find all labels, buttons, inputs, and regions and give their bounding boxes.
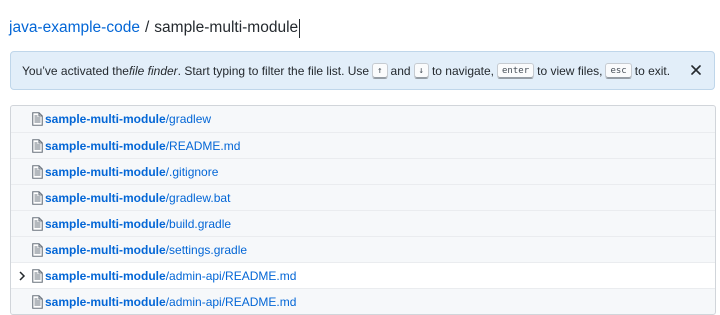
file-path-link[interactable]: sample-multi-module/admin-api/README.md: [45, 269, 296, 283]
file-icon: [32, 269, 43, 283]
chevron-right-icon: [19, 271, 26, 281]
file-path-rest: /gradlew.bat: [165, 190, 231, 205]
file-path-link[interactable]: sample-multi-module/gradlew: [45, 112, 211, 126]
file-list-item[interactable]: sample-multi-module/build.gradle: [11, 210, 715, 236]
file-path-match: sample-multi-module: [45, 294, 166, 309]
file-path-rest: /admin-api/README.md: [165, 268, 297, 283]
close-button[interactable]: [688, 62, 704, 78]
file-path-rest: /settings.gradle: [165, 242, 248, 257]
notice-emphasis: file finder: [128, 63, 178, 78]
file-path-rest: /build.gradle: [165, 216, 232, 231]
file-finder-notice: You’ve activated the file finder. Start …: [10, 51, 715, 90]
notice-text: to exit.: [634, 63, 671, 78]
key-enter: enter: [497, 62, 535, 79]
file-list: sample-multi-module/gradlew sample-multi-…: [10, 105, 716, 315]
file-path-match: sample-multi-module: [45, 112, 166, 126]
file-icon: [32, 243, 43, 257]
key-up: ↑: [372, 62, 388, 79]
file-list-item[interactable]: sample-multi-module/README.md: [11, 132, 715, 158]
file-path-rest: /README.md: [165, 138, 241, 153]
file-icon: [32, 139, 43, 153]
key-down: ↓: [413, 62, 429, 79]
file-list-item[interactable]: sample-multi-module/admin-api/README.md: [11, 288, 715, 314]
breadcrumb: java-example-code / sample-multi-module: [9, 17, 301, 39]
file-icon: [32, 165, 43, 179]
text-cursor: [299, 18, 301, 38]
file-list-item[interactable]: sample-multi-module/gradlew: [11, 106, 715, 132]
file-path-link[interactable]: sample-multi-module/build.gradle: [45, 217, 231, 231]
key-esc: esc: [605, 62, 632, 79]
file-icon: [32, 112, 43, 126]
notice-text: You’ve activated the: [22, 63, 129, 78]
repo-link[interactable]: java-example-code: [9, 17, 140, 39]
file-path-match: sample-multi-module: [45, 164, 166, 179]
file-path-link[interactable]: sample-multi-module/admin-api/README.md: [45, 295, 296, 309]
file-list-item[interactable]: sample-multi-module/settings.gradle: [11, 236, 715, 262]
file-path-match: sample-multi-module: [45, 190, 166, 205]
notice-text: to navigate,: [431, 63, 495, 78]
file-path-rest: /admin-api/README.md: [165, 294, 297, 309]
file-path-link[interactable]: sample-multi-module/settings.gradle: [45, 243, 247, 257]
file-path-link[interactable]: sample-multi-module/gradlew.bat: [45, 191, 230, 205]
notice-text: . Start typing to filter the file list. …: [177, 63, 370, 78]
file-path-rest: /gradlew: [165, 112, 212, 126]
file-path-match: sample-multi-module: [45, 268, 166, 283]
notice-text: and: [390, 63, 411, 78]
notice-text: to view files,: [537, 63, 603, 78]
file-path-match: sample-multi-module: [45, 216, 166, 231]
file-icon: [32, 191, 43, 205]
file-path-match: sample-multi-module: [45, 138, 166, 153]
breadcrumb-separator: /: [144, 19, 150, 36]
file-path-match: sample-multi-module: [45, 242, 166, 257]
file-icon: [32, 295, 43, 309]
file-list-item[interactable]: sample-multi-module/gradlew.bat: [11, 184, 715, 210]
file-path-link[interactable]: sample-multi-module/README.md: [45, 139, 240, 153]
file-path-rest: /.gitignore: [165, 164, 219, 179]
file-finder-input[interactable]: sample-multi-module: [154, 17, 298, 39]
close-icon: [691, 65, 701, 75]
file-path-link[interactable]: sample-multi-module/.gitignore: [45, 165, 218, 179]
file-icon: [32, 217, 43, 231]
file-list-item[interactable]: sample-multi-module/admin-api/README.md: [11, 262, 715, 288]
file-list-item[interactable]: sample-multi-module/.gitignore: [11, 158, 715, 184]
